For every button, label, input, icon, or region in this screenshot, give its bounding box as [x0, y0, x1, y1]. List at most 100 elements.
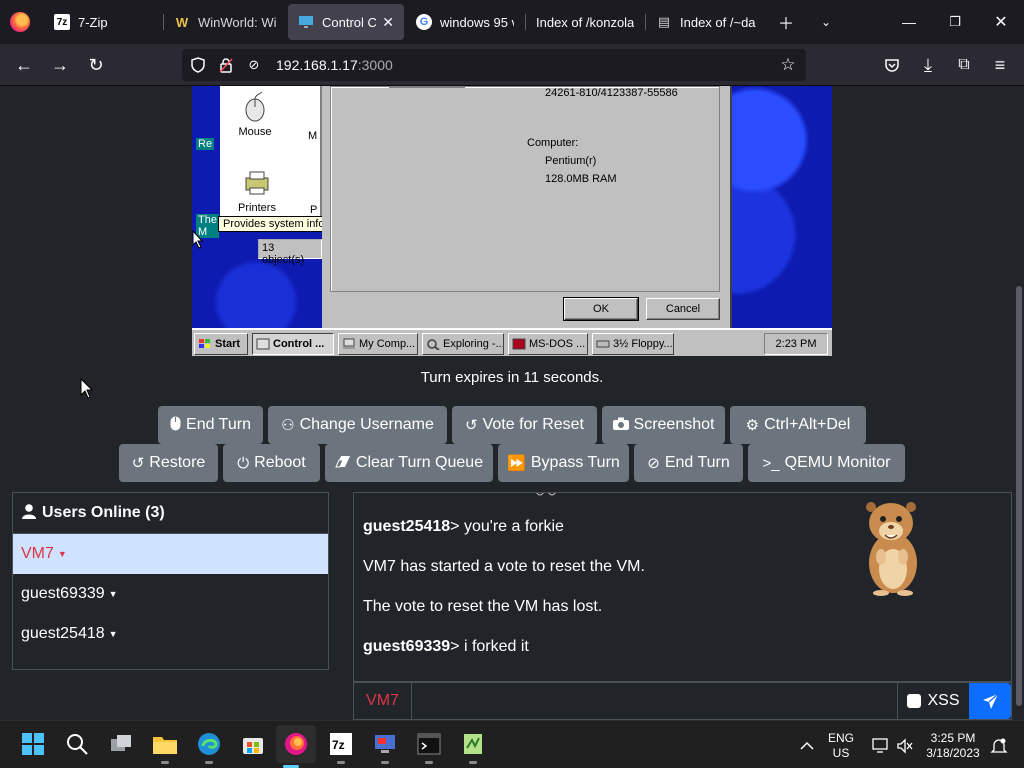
virtual-machine-icon[interactable]: [370, 729, 400, 764]
mouse-cursor-icon: [80, 378, 94, 399]
search-icon[interactable]: [62, 729, 92, 759]
ok-button[interactable]: OK: [563, 297, 639, 321]
notification-bell-icon[interactable]: [984, 731, 1014, 761]
send-button[interactable]: [969, 683, 1011, 719]
start-button[interactable]: Start: [194, 333, 248, 355]
navigation-toolbar: ← → ↻ ⊘ 192.168.1.17:3000 ☆ ⤓ ⧉ ≡: [0, 44, 1024, 86]
caret-down-icon: ▼: [57, 549, 67, 559]
address-bar[interactable]: ⊘ 192.168.1.17:3000 ☆: [182, 49, 806, 81]
chevron-up-icon[interactable]: [792, 731, 822, 761]
menu-hamburger-icon[interactable]: ≡: [986, 52, 1014, 78]
vm-cursor-icon: [192, 230, 204, 249]
maximize-icon[interactable]: ❐: [932, 6, 978, 38]
computer-label: Computer:: [527, 137, 579, 149]
start-menu-icon[interactable]: [18, 729, 48, 759]
firefox-icon[interactable]: [10, 12, 30, 32]
taskbar-item-exploring[interactable]: Exploring -...: [422, 333, 504, 355]
reload-icon[interactable]: ↻: [82, 52, 110, 78]
user-item-guest25418[interactable]: guest25418 ▼: [13, 614, 328, 654]
status-bar: 13 object(s): [258, 239, 322, 266]
downloads-icon[interactable]: ⤓: [914, 52, 942, 78]
edge-icon[interactable]: [194, 729, 224, 764]
lock-insecure-icon[interactable]: [214, 53, 238, 77]
taskbar-item-my-computer[interactable]: My Comp...: [338, 333, 418, 355]
change-username-button[interactable]: ⚇ Change Username: [268, 406, 447, 444]
url-text[interactable]: 192.168.1.17:3000: [276, 57, 393, 73]
bookmark-star-icon[interactable]: ☆: [776, 53, 800, 77]
mouse-applet[interactable]: Mouse: [220, 92, 290, 138]
user-icon: [22, 503, 36, 523]
restore-button[interactable]: ↺ Restore: [119, 444, 218, 482]
tab-google-search[interactable]: G windows 95 vh: [406, 4, 524, 40]
rotate-left-icon: ↺: [131, 455, 145, 472]
user-item-vm7[interactable]: VM7 ▼: [13, 534, 328, 574]
shield-icon[interactable]: [186, 53, 210, 77]
window-close-icon[interactable]: ✕: [978, 6, 1024, 38]
power-icon: ⏻: [237, 454, 250, 472]
pocket-icon[interactable]: [878, 52, 906, 78]
xss-toggle[interactable]: XSS: [897, 683, 969, 719]
forward-arrow-icon[interactable]: →: [46, 52, 74, 78]
vm-display[interactable]: Re The M Mouse M Printers P Provides sys…: [192, 86, 832, 356]
bypass-turn-button[interactable]: ⏩ Bypass Turn: [498, 444, 629, 482]
gear-icon: ⚙: [745, 417, 760, 434]
back-arrow-icon[interactable]: ←: [10, 52, 38, 78]
control-panel-window: Mouse M Printers P: [220, 86, 322, 231]
cancel-button[interactable]: Cancel: [646, 298, 720, 320]
qemu-monitor-button[interactable]: >_ QEMU Monitor: [748, 444, 905, 482]
tab-index-konzola[interactable]: Index of /konzola/: [526, 4, 644, 40]
users-online-header: Users Online (3): [13, 493, 328, 534]
svg-text:7z: 7z: [332, 738, 345, 752]
mouse-icon: [245, 92, 265, 122]
vote-reset-button[interactable]: ↺ Vote for Reset: [452, 406, 597, 444]
windows-taskbar: 7z ENG US 3:25 PM 3/18/2023: [0, 720, 1024, 768]
forward-icon: ⏩: [507, 455, 526, 472]
clear-turn-queue-button[interactable]: Clear Turn Queue: [325, 444, 493, 482]
firefox-taskbar-icon[interactable]: [276, 725, 316, 768]
minimize-icon[interactable]: —: [886, 6, 932, 38]
page-scrollbar[interactable]: [1016, 286, 1022, 706]
dialog-divider: [389, 86, 465, 88]
end-turn-button[interactable]: End Turn: [158, 406, 263, 444]
task-view-icon[interactable]: [106, 729, 136, 759]
turn-timer-text: Turn expires in 11 seconds.: [420, 369, 604, 386]
hamster-sticker-icon: [866, 502, 917, 596]
ctrl-alt-del-button[interactable]: ⚙ Ctrl+Alt+Del: [730, 406, 866, 444]
clock[interactable]: 3:25 PM 3/18/2023: [918, 731, 988, 761]
permissions-icon[interactable]: ⊘: [242, 53, 266, 77]
windows-flag-icon: [199, 339, 210, 348]
volume-muted-icon[interactable]: [890, 731, 920, 761]
printers-applet[interactable]: Printers: [222, 168, 292, 214]
close-tab-icon[interactable]: ✕: [382, 14, 394, 31]
paper-plane-icon: [982, 693, 998, 709]
chat-log[interactable]: guest25418> you're a forkie VM7 has star…: [353, 492, 1012, 682]
end-turn-admin-button[interactable]: ⊘ End Turn: [634, 444, 743, 482]
user-item-guest69339[interactable]: guest69339 ▼: [13, 574, 328, 614]
monitor-icon: [298, 14, 314, 30]
chat-message-input[interactable]: [412, 683, 897, 719]
tab-index-dar[interactable]: ▤ Index of /~dar: [646, 4, 766, 40]
terminal-taskbar-icon[interactable]: [414, 729, 444, 764]
reboot-button[interactable]: ⏻ Reboot: [223, 444, 320, 482]
language-indicator[interactable]: ENG US: [822, 731, 860, 761]
terminal-icon: >_: [762, 454, 780, 472]
screenshot-button[interactable]: Screenshot: [602, 406, 725, 444]
notepad-plus-icon[interactable]: [458, 729, 488, 764]
tab-winworld[interactable]: W WinWorld: Wi: [164, 4, 286, 40]
camera-icon: [612, 417, 629, 434]
new-tab-icon[interactable]: ＋: [774, 10, 798, 34]
7zip-taskbar-icon[interactable]: 7z: [326, 729, 356, 764]
microsoft-store-icon[interactable]: [238, 729, 268, 759]
taskbar-item-floppy[interactable]: 3½ Floppy...: [592, 333, 674, 355]
tab-7zip[interactable]: 7z 7-Zip: [44, 4, 162, 40]
extensions-icon[interactable]: ⧉: [950, 52, 978, 78]
chat-username-label[interactable]: VM7: [354, 683, 412, 719]
xss-checkbox[interactable]: [907, 694, 922, 708]
taskbar-item-control[interactable]: Control ...: [252, 333, 334, 355]
user-edit-icon: ⚇: [281, 417, 295, 434]
tab-control-collab[interactable]: Control Col ✕: [288, 4, 404, 40]
file-explorer-icon[interactable]: [150, 729, 180, 764]
dialog-panel: 24261-810/4123387-55586 Computer: Pentiu…: [330, 86, 720, 292]
taskbar-item-msdos[interactable]: MS-DOS ...: [508, 333, 588, 355]
list-tabs-icon[interactable]: ⌄: [814, 10, 838, 34]
